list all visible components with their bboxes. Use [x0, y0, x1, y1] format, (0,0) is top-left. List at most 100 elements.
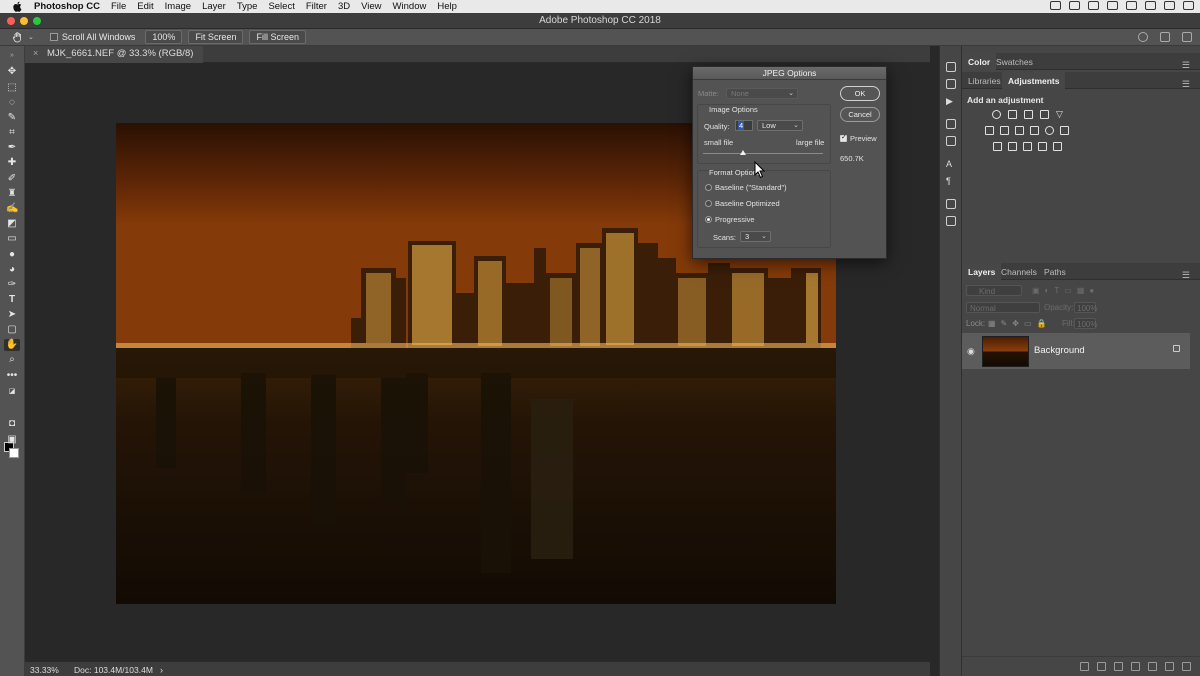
layer-name[interactable]: Background [1034, 345, 1085, 356]
rectangle-tool-icon[interactable]: ▢ [6, 324, 18, 336]
collapse-toolbar-icon[interactable]: » [6, 50, 18, 62]
crop-tool-icon[interactable]: ⌗ [6, 127, 18, 139]
curves-icon[interactable] [1024, 110, 1033, 119]
siri-icon[interactable] [1164, 1, 1175, 10]
search-icon[interactable] [1138, 32, 1148, 42]
gradient-map-icon[interactable] [1053, 142, 1062, 151]
dropbox-icon[interactable] [1088, 1, 1099, 10]
lasso-tool-icon[interactable]: ◌ [6, 97, 18, 109]
lock-icons[interactable]: ▦✎✥▭🔒 [988, 319, 1051, 328]
menu-image[interactable]: Image [165, 1, 191, 12]
share-icon[interactable] [1182, 32, 1192, 42]
eraser-tool-icon[interactable]: ◩ [6, 218, 18, 230]
tab-paths[interactable]: Paths [1038, 263, 1072, 280]
panel-menu-icon[interactable]: ☰ [1176, 266, 1196, 283]
properties-panel-icon[interactable] [946, 79, 956, 89]
filter-kind-select[interactable]: Kind [966, 285, 1022, 296]
hand-tool-icon[interactable]: ✋ [4, 339, 20, 351]
quick-selection-tool-icon[interactable]: ✎ [6, 112, 18, 124]
layer-row-background[interactable]: ◉ Background [962, 333, 1190, 369]
apple-menu-icon[interactable] [12, 1, 24, 12]
brightness-contrast-icon[interactable] [992, 110, 1001, 119]
type-tool-icon[interactable]: T [6, 294, 18, 306]
menu-file[interactable]: File [111, 1, 126, 12]
marquee-tool-icon[interactable]: ⬚ [6, 82, 18, 94]
close-document-icon[interactable]: × [33, 48, 38, 58]
scroll-all-windows-checkbox[interactable] [49, 33, 58, 41]
history-panel-icon[interactable] [946, 62, 956, 72]
matte-select[interactable]: None ⌄ [726, 88, 798, 99]
photo-filter-icon[interactable] [1030, 126, 1039, 135]
wifi-icon[interactable] [1107, 1, 1118, 10]
edit-toolbar-icon[interactable]: ••• [6, 370, 18, 382]
menu-filter[interactable]: Filter [306, 1, 327, 12]
hue-saturation-icon[interactable] [985, 126, 994, 135]
quality-slider-track[interactable] [703, 153, 823, 154]
menu-view[interactable]: View [361, 1, 381, 12]
add-mask-icon[interactable] [1114, 662, 1123, 671]
layer-lock-icon[interactable] [1173, 345, 1180, 352]
zoom-100-button[interactable]: 100% [145, 30, 183, 44]
quick-mask-icon[interactable]: ◘ [6, 418, 18, 430]
levels-icon[interactable] [1008, 110, 1017, 119]
path-selection-tool-icon[interactable]: ➤ [6, 309, 18, 321]
tab-libraries[interactable]: Libraries [962, 72, 1007, 89]
link-layers-icon[interactable] [1080, 662, 1089, 671]
notification-center-icon[interactable] [1183, 1, 1194, 10]
notes-panel-icon[interactable] [946, 216, 956, 226]
zoom-tool-icon[interactable]: ⌕ [6, 354, 18, 366]
preview-checkbox[interactable] [840, 133, 847, 142]
posterize-icon[interactable] [1008, 142, 1017, 151]
app-menu[interactable]: Photoshop CC [34, 1, 100, 12]
opacity-input[interactable]: 100% [1074, 302, 1097, 313]
progressive-radio[interactable] [705, 216, 712, 223]
blur-tool-icon[interactable]: ● [6, 249, 18, 261]
cancel-button[interactable]: Cancel [840, 107, 880, 122]
eyedropper-tool-icon[interactable]: ✒ [6, 142, 18, 154]
menu-type[interactable]: Type [237, 1, 258, 12]
menu-select[interactable]: Select [268, 1, 294, 12]
workspace-icon[interactable] [1160, 32, 1170, 42]
hand-tool-preset-icon[interactable] [12, 31, 24, 43]
new-adjustment-layer-icon[interactable] [1131, 662, 1140, 671]
new-layer-icon[interactable] [1165, 662, 1174, 671]
brush-tool-icon[interactable]: ✐ [6, 173, 18, 185]
fit-screen-button[interactable]: Fit Screen [188, 30, 244, 44]
baseline-optimized-radio[interactable] [705, 200, 712, 207]
tab-swatches[interactable]: Swatches [990, 53, 1039, 70]
quality-slider-thumb[interactable] [739, 150, 746, 155]
adjust-sliders-icon[interactable] [946, 136, 956, 146]
move-tool-icon[interactable]: ✥ [6, 66, 18, 78]
panel-menu-icon[interactable]: ☰ [1176, 56, 1196, 73]
status-info-arrow[interactable]: › [160, 665, 163, 675]
default-colors-icon[interactable]: ◪ [6, 386, 18, 398]
healing-brush-tool-icon[interactable]: ✚ [6, 157, 18, 169]
color-lookup-icon[interactable] [1060, 126, 1069, 135]
brush-settings-icon[interactable] [946, 119, 956, 129]
dodge-tool-icon[interactable]: ◕ [6, 264, 18, 276]
delete-layer-icon[interactable] [1182, 662, 1191, 671]
vibrance-icon[interactable]: ▽ [1056, 110, 1065, 119]
menu-window[interactable]: Window [393, 1, 427, 12]
visibility-eye-icon[interactable]: ◉ [967, 346, 975, 357]
invert-icon[interactable] [993, 142, 1002, 151]
scans-select[interactable]: 3 ⌄ [740, 231, 771, 242]
airplay-icon[interactable] [1050, 1, 1061, 10]
threshold-icon[interactable] [1023, 142, 1032, 151]
color-balance-icon[interactable] [1000, 126, 1009, 135]
chevron-down-icon[interactable]: ⌄ [28, 33, 34, 41]
spotlight-icon[interactable] [1145, 1, 1156, 10]
selective-color-icon[interactable] [1038, 142, 1047, 151]
menu-edit[interactable]: Edit [137, 1, 153, 12]
zoom-level[interactable]: 33.33% [30, 665, 59, 675]
paragraph-panel-icon[interactable]: ¶ [946, 176, 956, 186]
clone-stamp-tool-icon[interactable]: ♜ [6, 188, 18, 200]
quality-input[interactable]: 4 [735, 120, 753, 131]
creative-cloud-icon[interactable] [1069, 1, 1080, 10]
gradient-tool-icon[interactable]: ▭ [6, 233, 18, 245]
fill-screen-button[interactable]: Fill Screen [249, 30, 306, 44]
exposure-icon[interactable] [1040, 110, 1049, 119]
menu-3d[interactable]: 3D [338, 1, 350, 12]
document-tab[interactable]: × MJK_6661.NEF @ 33.3% (RGB/8) [25, 46, 204, 63]
channel-mixer-icon[interactable] [1045, 126, 1054, 135]
